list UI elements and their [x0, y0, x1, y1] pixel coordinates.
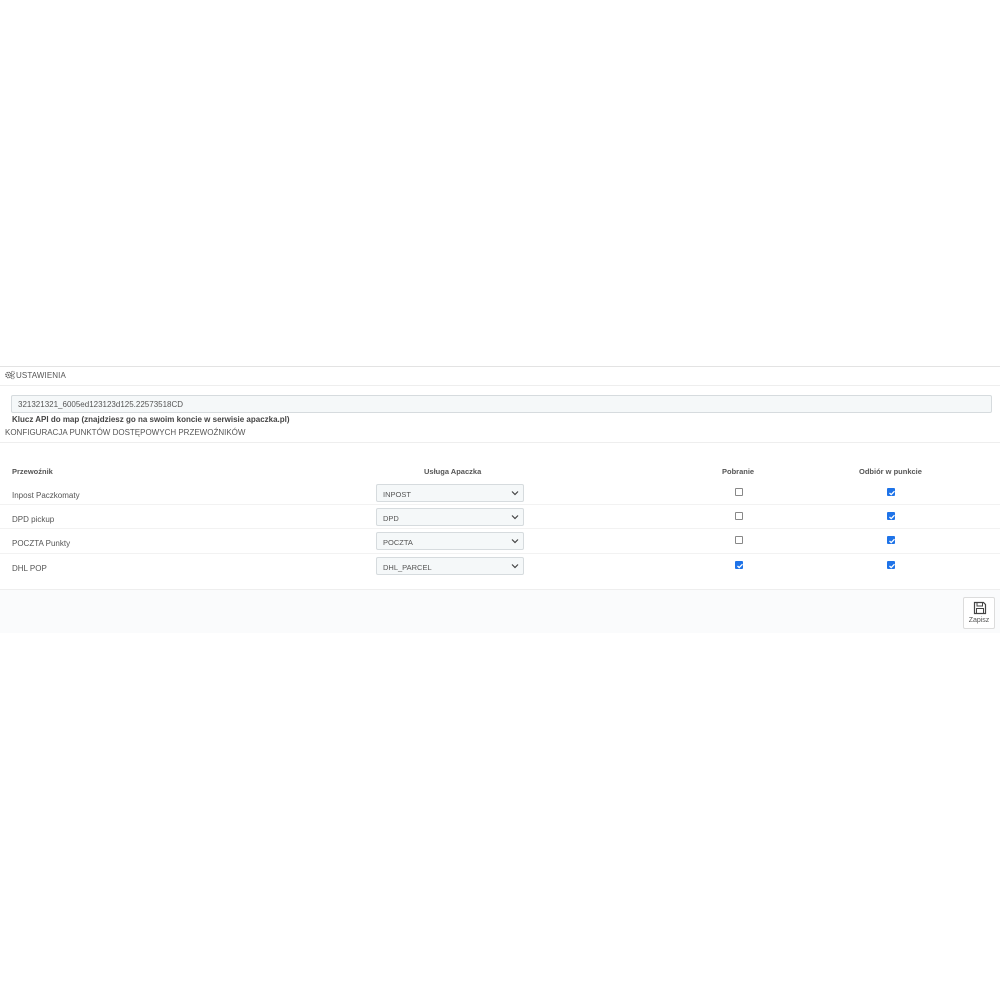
gears-icon	[5, 370, 15, 380]
column-header-service: Usługa Apaczka	[424, 467, 482, 476]
cod-checkbox[interactable]	[735, 561, 743, 569]
section-divider	[0, 442, 1000, 443]
service-select-value: INPOST	[383, 490, 411, 499]
row-divider	[0, 553, 1000, 554]
chevron-down-icon	[511, 564, 519, 569]
checkmark-icon	[889, 538, 895, 544]
chevron-down-icon	[511, 539, 519, 544]
checkmark-icon	[889, 514, 895, 520]
service-select-value: POCZTA	[383, 538, 413, 547]
panel-footer: Zapisz	[0, 589, 1000, 633]
chevron-down-icon	[511, 515, 519, 520]
api-key-help: Klucz API do map (znajdziesz go na swoim…	[12, 415, 290, 424]
column-header-carrier: Przewoźnik	[12, 467, 53, 476]
service-select[interactable]: DHL_PARCEL	[376, 557, 524, 575]
carrier-name: DPD pickup	[12, 515, 55, 524]
section-title: KONFIGURACJA PUNKTÓW DOSTĘPOWYCH PRZEWOŹ…	[5, 428, 246, 437]
table-row: DHL POP DHL_PARCEL	[0, 557, 1000, 581]
api-key-input[interactable]: 321321321_6005ed123123d125.22573518CD	[11, 395, 992, 413]
checkmark-icon	[889, 490, 895, 496]
pickup-checkbox[interactable]	[887, 561, 895, 569]
cod-checkbox[interactable]	[735, 536, 743, 544]
settings-panel: USTAWIENIA 321321321_6005ed123123d125.22…	[0, 366, 1000, 633]
save-button[interactable]: Zapisz	[963, 597, 995, 629]
service-select[interactable]: INPOST	[376, 484, 524, 502]
save-button-label: Zapisz	[968, 617, 990, 624]
row-divider	[0, 504, 1000, 505]
checkmark-icon	[737, 563, 743, 569]
row-divider	[0, 528, 1000, 529]
cod-checkbox[interactable]	[735, 488, 743, 496]
pickup-checkbox[interactable]	[887, 536, 895, 544]
floppy-disk-icon	[973, 601, 987, 615]
column-header-pickup: Odbiór w punkcie	[859, 467, 922, 476]
pickup-checkbox[interactable]	[887, 512, 895, 520]
service-select-value: DPD	[383, 514, 399, 523]
service-select[interactable]: DPD	[376, 508, 524, 526]
carrier-name: DHL POP	[12, 564, 47, 573]
carrier-name: Inpost Paczkomaty	[12, 491, 80, 500]
service-select-value: DHL_PARCEL	[383, 563, 432, 572]
panel-title: USTAWIENIA	[16, 371, 66, 380]
checkmark-icon	[889, 563, 895, 569]
chevron-down-icon	[511, 491, 519, 496]
service-select[interactable]: POCZTA	[376, 532, 524, 550]
column-header-cod: Pobranie	[722, 467, 755, 476]
carrier-name: POCZTA Punkty	[12, 539, 71, 548]
pickup-checkbox[interactable]	[887, 488, 895, 496]
cod-checkbox[interactable]	[735, 512, 743, 520]
panel-heading: USTAWIENIA	[0, 367, 1000, 386]
